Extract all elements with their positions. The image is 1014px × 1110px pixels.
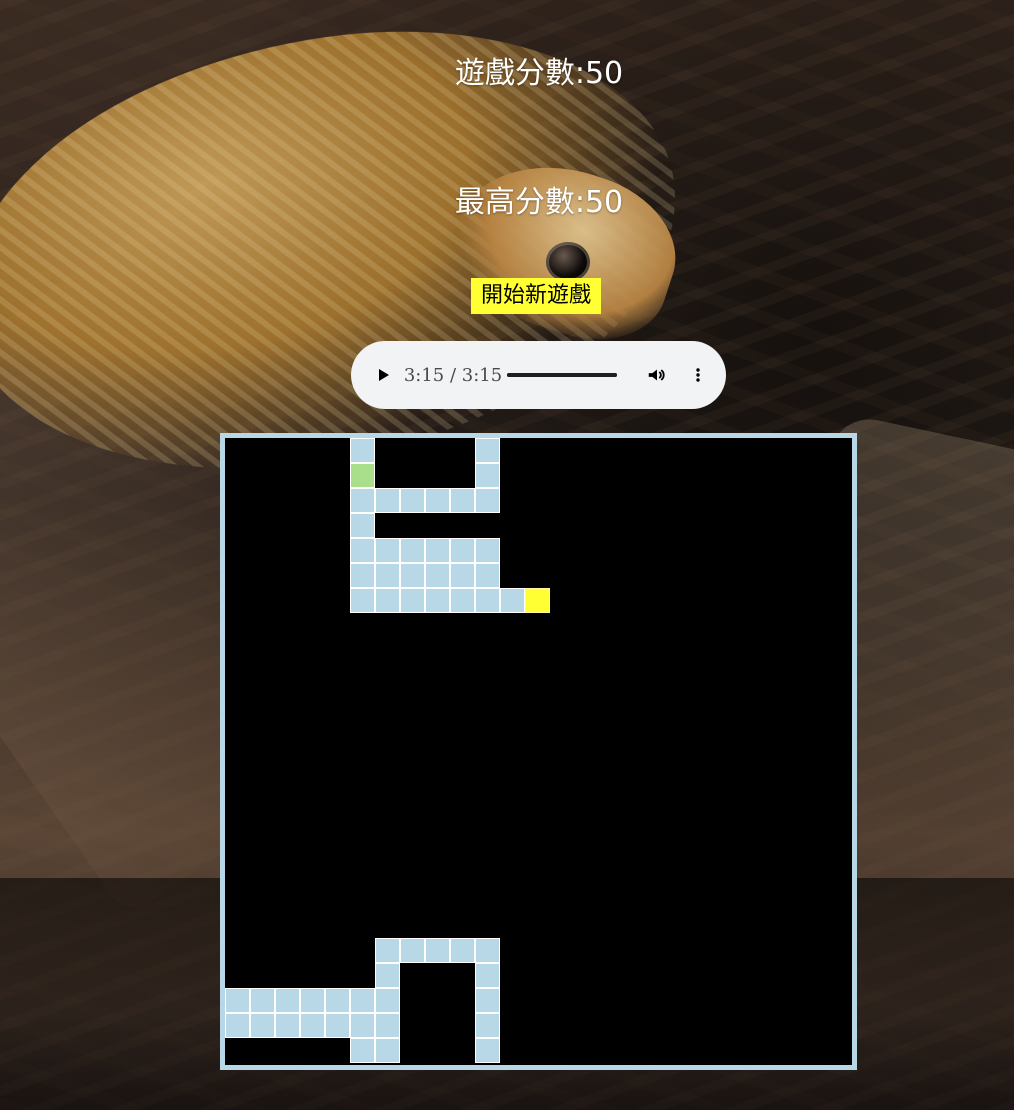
snake-cell	[350, 988, 375, 1013]
food-cell	[525, 588, 550, 613]
new-game-button[interactable]: 開始新遊戲	[471, 278, 602, 314]
snake-cell	[275, 988, 300, 1013]
game-board-frame	[220, 433, 857, 1070]
snake-cell	[425, 938, 450, 963]
snake-cell	[450, 588, 475, 613]
snake-cell	[325, 988, 350, 1013]
snake-cell	[375, 588, 400, 613]
snake-cell	[475, 538, 500, 563]
snake-cell	[375, 988, 400, 1013]
snake-cell	[425, 588, 450, 613]
snake-cell	[400, 563, 425, 588]
snake-cell	[425, 538, 450, 563]
audio-player[interactable]: 3:15 / 3:15	[351, 341, 726, 409]
snake-cell	[375, 938, 400, 963]
audio-progress-bar[interactable]	[506, 373, 617, 377]
snake-cell	[475, 988, 500, 1013]
game-page: 遊戲分數:50 最高分數:50 開始新遊戲 3:15 / 3:15	[0, 0, 1014, 1110]
snake-cell	[350, 563, 375, 588]
game-board[interactable]	[225, 438, 852, 1065]
snake-cell	[375, 488, 400, 513]
snake-cell	[350, 1038, 375, 1063]
play-icon[interactable]	[373, 364, 394, 386]
snake-cell	[450, 538, 475, 563]
snake-cell	[325, 1013, 350, 1038]
snake-cell	[475, 463, 500, 488]
snake-cell	[275, 1013, 300, 1038]
snake-cell	[475, 938, 500, 963]
snake-cell	[450, 938, 475, 963]
snake-cell	[425, 488, 450, 513]
snake-cell	[450, 488, 475, 513]
snake-head-cell	[350, 463, 375, 488]
snake-cell	[375, 538, 400, 563]
snake-cell	[475, 588, 500, 613]
snake-cell	[350, 538, 375, 563]
snake-cell	[450, 563, 475, 588]
audio-progress-fill	[506, 373, 617, 377]
audio-time: 3:15 / 3:15	[403, 364, 503, 386]
volume-icon[interactable]	[645, 362, 670, 388]
snake-cell	[500, 588, 525, 613]
snake-cell	[350, 488, 375, 513]
high-score: 最高分數:50	[454, 185, 624, 220]
snake-cell	[475, 438, 500, 463]
snake-cell	[375, 1013, 400, 1038]
snake-cell	[250, 1013, 275, 1038]
snake-cell	[350, 1013, 375, 1038]
snake-cell	[400, 488, 425, 513]
snake-cell	[375, 1038, 400, 1063]
more-vertical-icon[interactable]	[685, 362, 710, 388]
snake-cell	[425, 563, 450, 588]
snake-cell	[225, 988, 250, 1013]
snake-cell	[475, 963, 500, 988]
snake-cell	[350, 513, 375, 538]
game-score: 遊戲分數:50	[454, 56, 624, 91]
snake-cell	[400, 938, 425, 963]
snake-cell	[375, 563, 400, 588]
snake-cell	[375, 963, 400, 988]
snake-cell	[400, 538, 425, 563]
snake-cell	[400, 588, 425, 613]
snake-cell	[475, 563, 500, 588]
snake-cell	[475, 1038, 500, 1063]
snake-cell	[475, 488, 500, 513]
snake-cell	[300, 988, 325, 1013]
snake-cell	[300, 1013, 325, 1038]
snake-cell	[250, 988, 275, 1013]
snake-cell	[350, 438, 375, 463]
snake-cell	[350, 588, 375, 613]
snake-cell	[475, 1013, 500, 1038]
snake-cell	[225, 1013, 250, 1038]
